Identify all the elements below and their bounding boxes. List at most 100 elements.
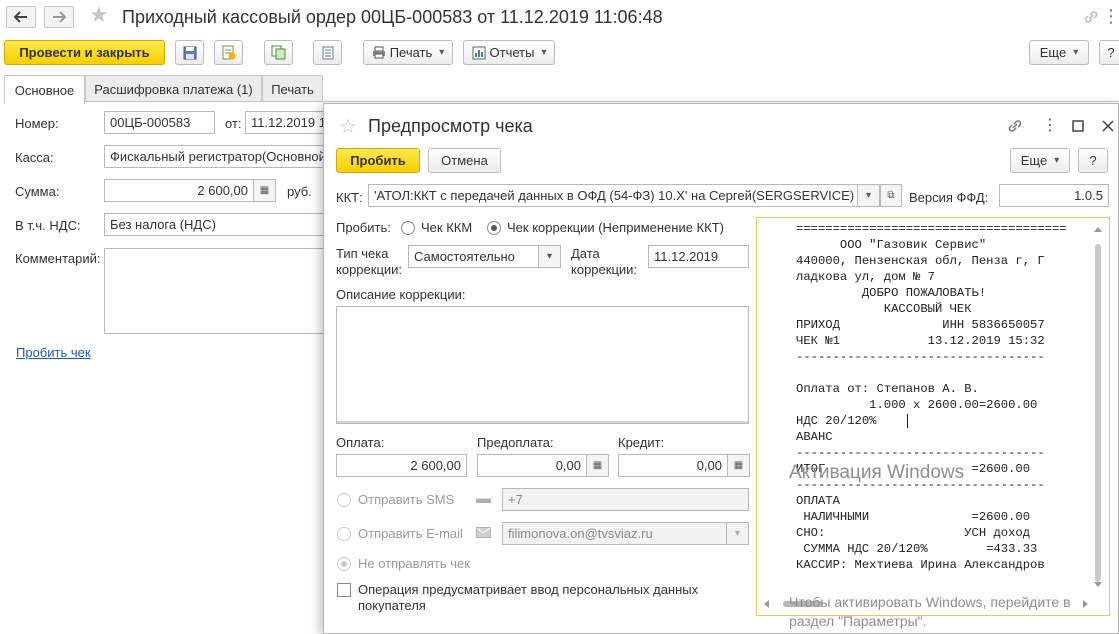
dialog-more-button[interactable]: Еще xyxy=(1010,148,1070,173)
post-and-close-button[interactable]: Провести и закрыть xyxy=(4,40,165,65)
receipt-line: ладкова ул, дом № 7 xyxy=(796,270,935,284)
correction-type-select[interactable]: Самостоятельно xyxy=(408,245,539,268)
receipt-line: АВАНС xyxy=(796,430,833,444)
date-field[interactable]: 11.12.2019 1 xyxy=(245,111,325,134)
arrow-right-icon xyxy=(53,11,66,23)
dialog-link-icon[interactable] xyxy=(1007,118,1023,134)
receipt-line: ---------------------------------- xyxy=(796,446,1045,460)
cash-register-field[interactable]: Фискальный регистратор(Основной xyxy=(104,145,325,168)
print-check-link[interactable]: Пробить чек xyxy=(16,345,91,360)
print-menu-button[interactable]: Печать xyxy=(363,40,453,65)
link-icon[interactable] xyxy=(1083,9,1099,25)
kkt-value: 'АТОЛ:ККТ с передачей данных в ОФД (54-Ф… xyxy=(374,188,855,203)
radio-kkm-check[interactable] xyxy=(401,221,415,235)
receipt-line: СНО: УСН доход xyxy=(796,526,1031,540)
receipt-line: НАЛИЧНЫМИ =2600.00 xyxy=(796,510,1031,524)
print-label: Печать xyxy=(389,45,433,60)
kkt-dropdown-arrow-icon[interactable]: ▾ xyxy=(858,184,880,207)
text-cursor xyxy=(907,414,908,428)
radio-send-sms[interactable] xyxy=(337,493,351,507)
favorite-star-icon[interactable]: ★ xyxy=(89,2,109,28)
correction-type-dropdown-icon[interactable]: ▾ xyxy=(539,245,561,268)
windows-activation-watermark-text: Чтобы активировать Windows, перейдите в … xyxy=(789,593,1109,631)
correction-description-input[interactable] xyxy=(336,306,749,424)
dialog-help-button[interactable]: ? xyxy=(1078,148,1108,173)
receipt-vertical-scrollbar[interactable] xyxy=(1091,222,1105,592)
receipt-preview-panel[interactable]: ===================================== ОО… xyxy=(756,217,1110,616)
radio-correction-check[interactable] xyxy=(487,221,501,235)
payment-field[interactable]: 2 600,00 xyxy=(336,454,467,477)
windows-activation-watermark-line1: Чтобы активировать Windows, перейдите в xyxy=(789,594,1071,610)
save-button[interactable] xyxy=(175,40,204,65)
send-email-label: Отправить E-mail xyxy=(358,526,463,541)
correction-date-field[interactable]: 11.12.2019 xyxy=(648,245,749,268)
cash-register-label: Касса: xyxy=(15,150,54,165)
receipt-line: КАССОВЫЙ ЧЕК xyxy=(796,302,972,316)
radio-no-send[interactable] xyxy=(337,557,351,571)
credit-field[interactable]: 0,00 xyxy=(618,454,728,477)
receipt-line: НДС 20/120% xyxy=(796,414,877,428)
main-help-button[interactable]: ? xyxy=(1099,40,1119,65)
ffd-version-field[interactable]: 1.0.5 xyxy=(999,184,1109,207)
receipt-line: КАССИР: Мехтиева Ирина Александров xyxy=(796,558,1045,572)
dialog-title: Предпросмотр чека xyxy=(368,116,533,136)
vat-label: В т.ч. НДС: xyxy=(15,218,81,233)
email-field[interactable]: filimonova.on@tvsviaz.ru xyxy=(502,522,727,545)
kkt-open-icon[interactable]: ⧉ xyxy=(880,184,902,207)
post-button[interactable] xyxy=(214,40,243,65)
tab-print[interactable]: Печать xyxy=(262,75,323,102)
calculator-icon[interactable]: ▦ xyxy=(254,179,276,202)
back-button[interactable] xyxy=(6,6,36,28)
correction-type-label: Тип чека коррекции: xyxy=(336,246,402,278)
receipt-text-area: ===================================== ОО… xyxy=(761,218,1089,596)
punch-button[interactable]: Пробить xyxy=(336,148,420,173)
kkt-select[interactable]: 'АТОЛ:ККТ с передачей данных в ОФД (54-Ф… xyxy=(368,184,858,207)
main-more-label: Еще xyxy=(1039,45,1067,60)
windows-activation-watermark-line2: раздел "Параметры". xyxy=(789,613,927,629)
prepayment-field[interactable]: 0,00 xyxy=(477,454,587,477)
main-header: ★ Приходный кассовый ордер 00ЦБ-000583 о… xyxy=(0,0,1119,36)
payment-label: Оплата: xyxy=(336,435,385,450)
personal-data-label: Операция предусматривает ввод персональн… xyxy=(358,582,698,614)
receipt-line: ОПЛАТА xyxy=(796,494,840,508)
tab-payment-breakdown[interactable]: Расшифровка платежа (1) xyxy=(85,75,262,102)
email-dropdown-icon[interactable]: ▾ xyxy=(727,522,749,545)
correction-description-label: Описание коррекции: xyxy=(336,287,466,302)
receipt-line: ЧЕК №1 13.12.2019 15:32 xyxy=(796,334,1045,348)
kkt-label: ККТ: xyxy=(336,190,363,205)
sum-field[interactable]: 2 600,00 xyxy=(104,179,254,202)
main-more-button[interactable]: Еще xyxy=(1029,40,1089,65)
maximize-icon[interactable] xyxy=(1072,120,1084,132)
dialog-menu-icon[interactable]: ⋮ xyxy=(1042,115,1058,135)
credit-calculator-icon[interactable]: ▦ xyxy=(728,454,750,477)
number-field[interactable]: 00ЦБ-000583 xyxy=(104,111,215,134)
envelope-icon xyxy=(476,527,491,538)
arrow-left-icon xyxy=(14,11,27,23)
more-vertical-icon[interactable]: ⋮ xyxy=(1102,6,1119,27)
tab-main[interactable]: Основное xyxy=(4,75,85,104)
close-icon[interactable] xyxy=(1102,120,1114,132)
personal-data-label-line1: Операция предусматривает ввод персональн… xyxy=(358,582,699,597)
forward-button[interactable] xyxy=(44,6,74,28)
sms-phone-field[interactable]: +7 xyxy=(502,488,749,511)
radio-send-email[interactable] xyxy=(337,527,351,541)
receipt-line: ООО "Газовик Сервис" xyxy=(796,238,987,252)
vat-field[interactable]: Без налога (НДС) xyxy=(104,213,325,236)
windows-activation-watermark-title: Активация Windows xyxy=(789,462,965,483)
dialog-favorite-star-icon[interactable]: ☆ xyxy=(339,114,357,139)
reports-menu-button[interactable]: Отчеты xyxy=(463,40,555,65)
personal-data-checkbox[interactable] xyxy=(337,583,351,597)
comment-field[interactable] xyxy=(104,248,325,334)
no-send-label: Не отправлять чек xyxy=(358,556,470,571)
list-button[interactable] xyxy=(313,40,342,65)
page-title: Приходный кассовый ордер 00ЦБ-000583 от … xyxy=(122,7,663,27)
radio-correction-label: Чек коррекции (Неприменение ККТ) xyxy=(507,220,724,235)
receipt-line: 1.000 x 2600.00=2600.00 xyxy=(796,398,1038,412)
personal-data-label-line2: покупателя xyxy=(358,598,426,613)
prepayment-calculator-icon[interactable]: ▦ xyxy=(587,454,609,477)
radio-kkm-label: Чек ККМ xyxy=(421,220,473,235)
copy-button[interactable] xyxy=(264,40,293,65)
cancel-button[interactable]: Отмена xyxy=(428,148,501,173)
reports-icon xyxy=(472,46,486,59)
printer-icon xyxy=(372,46,385,59)
